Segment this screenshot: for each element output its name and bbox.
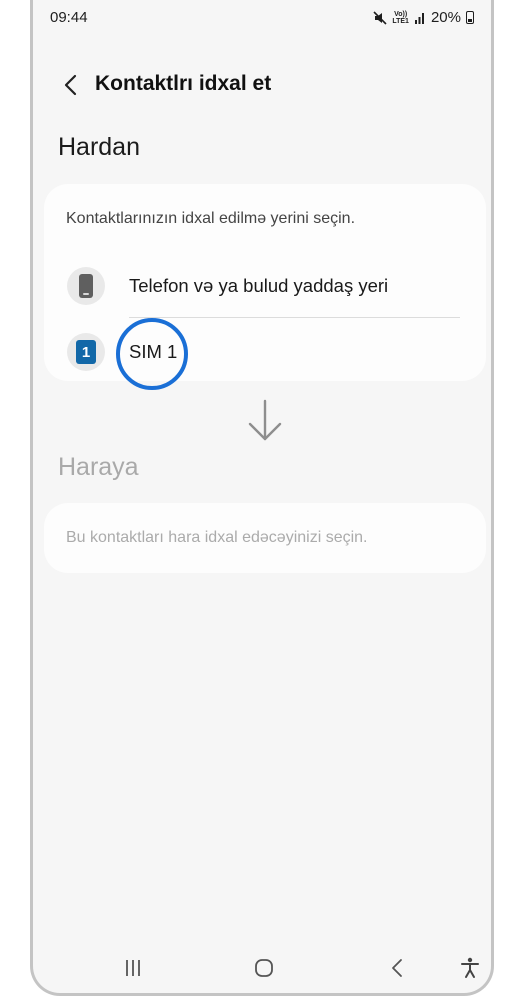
sim-card-icon: 1 [67, 333, 105, 371]
recents-icon[interactable] [120, 955, 146, 981]
source-option-sim1[interactable]: 1 SIM 1 [44, 322, 486, 382]
back-icon[interactable] [385, 955, 411, 981]
from-section-title: Hardan [58, 133, 140, 161]
source-option-phone[interactable]: Telefon və ya bulud yaddaş yeri [44, 256, 486, 316]
battery-percent: 20% [430, 9, 461, 26]
from-hint: Kontaktlarınızın idxal edilmə yerini seç… [66, 210, 356, 227]
volte-lte-icon: Vo)) LTE1 [392, 10, 409, 25]
navigation-bar [33, 941, 491, 993]
to-hint: Bu kontaktları hara idxal edəcəyinizi se… [66, 529, 368, 546]
list-divider [129, 317, 460, 318]
source-option-label: Telefon və ya bulud yaddaş yeri [129, 275, 389, 296]
mute-icon [373, 10, 387, 25]
phone-icon [67, 267, 105, 305]
signal-icon [414, 12, 424, 24]
home-icon[interactable] [251, 955, 277, 981]
arrow-down-icon [248, 399, 282, 441]
from-card: Kontaktlarınızın idxal edilmə yerini seç… [44, 184, 486, 381]
status-bar: 09:44 Vo)) LTE1 20% [33, 0, 491, 34]
page-title: Kontaktlrı idxal et [95, 72, 272, 95]
battery-icon [466, 11, 474, 24]
status-time: 09:44 [50, 9, 88, 26]
app-header: Kontaktlrı idxal et [33, 60, 491, 110]
accessibility-icon[interactable] [457, 955, 483, 981]
phone-screen: 09:44 Vo)) LTE1 20% Kontaktlrı idxal et [30, 0, 494, 996]
to-card[interactable]: Bu kontaktları hara idxal edəcəyinizi se… [44, 503, 486, 573]
highlight-circle [116, 318, 188, 390]
chevron-left-icon[interactable] [59, 72, 85, 98]
to-section-title: Haraya [58, 453, 139, 481]
status-icons: Vo)) LTE1 20% [373, 9, 474, 26]
